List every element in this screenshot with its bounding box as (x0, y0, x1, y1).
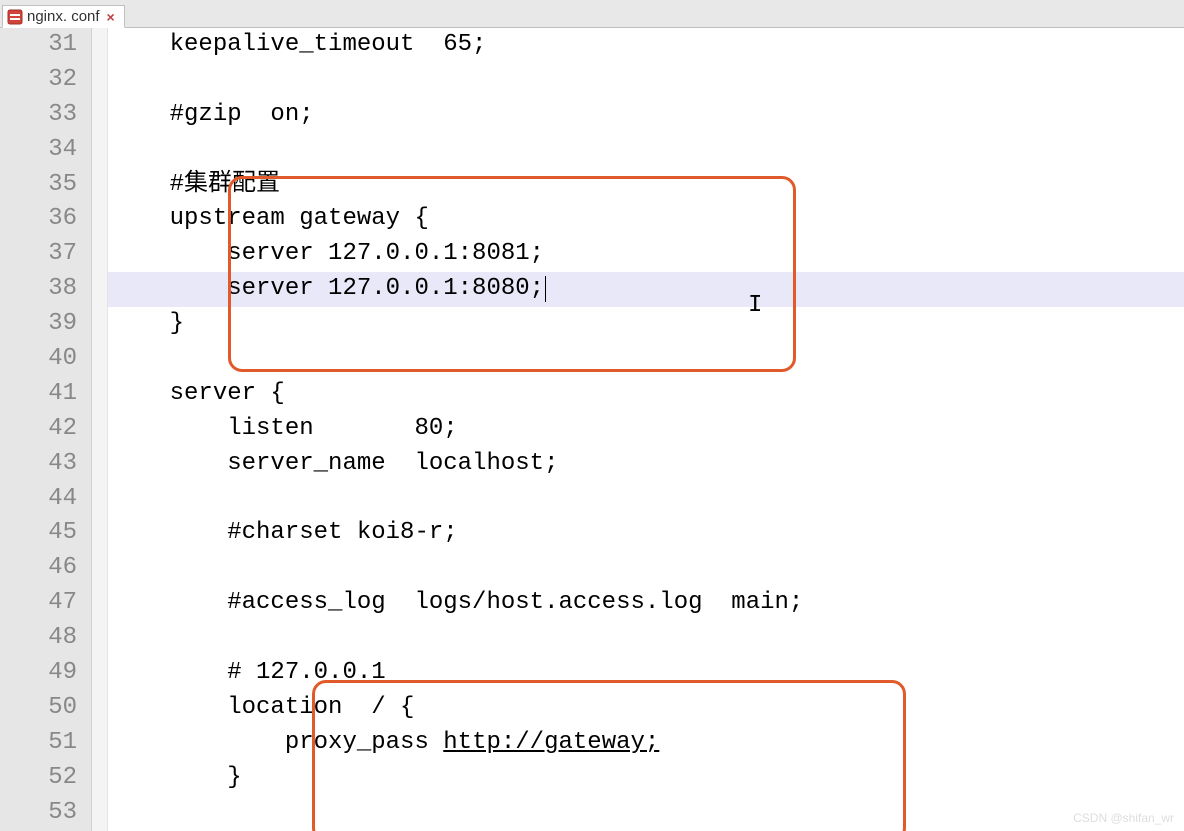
code-line[interactable] (108, 551, 1184, 586)
line-number: 40 (0, 342, 91, 377)
code-line[interactable]: keepalive_timeout 65; (108, 28, 1184, 63)
line-number: 44 (0, 482, 91, 517)
code-line[interactable]: server_name localhost; (108, 447, 1184, 482)
code-line[interactable] (108, 342, 1184, 377)
code-line[interactable] (108, 133, 1184, 168)
tab-bar: nginx. conf × (0, 0, 1184, 28)
code-line[interactable] (108, 796, 1184, 831)
line-number: 51 (0, 726, 91, 761)
code-line[interactable] (108, 621, 1184, 656)
line-number: 52 (0, 761, 91, 796)
line-number: 45 (0, 516, 91, 551)
line-number: 41 (0, 377, 91, 412)
code-line[interactable] (108, 63, 1184, 98)
code-line[interactable]: } (108, 307, 1184, 342)
code-line[interactable]: #access_log logs/host.access.log main; (108, 586, 1184, 621)
code-area[interactable]: I keepalive_timeout 65; #gzip on; #集群配置 … (108, 28, 1184, 831)
line-number: 48 (0, 621, 91, 656)
line-number: 38 (0, 272, 91, 307)
line-number: 47 (0, 586, 91, 621)
line-number: 50 (0, 691, 91, 726)
code-line[interactable]: location / { (108, 691, 1184, 726)
code-line[interactable]: proxy_pass http://gateway; (108, 726, 1184, 761)
line-number: 34 (0, 133, 91, 168)
line-number: 43 (0, 447, 91, 482)
fold-margin (92, 28, 108, 831)
file-tab[interactable]: nginx. conf × (2, 5, 125, 28)
line-number: 53 (0, 796, 91, 831)
code-line[interactable]: #gzip on; (108, 98, 1184, 133)
code-line[interactable]: listen 80; (108, 412, 1184, 447)
code-line[interactable]: # 127.0.0.1 (108, 656, 1184, 691)
code-line[interactable] (108, 482, 1184, 517)
file-icon (7, 9, 23, 25)
code-line[interactable]: server 127.0.0.1:8081; (108, 237, 1184, 272)
code-editor[interactable]: 3132333435363738394041424344454647484950… (0, 28, 1184, 831)
line-number: 35 (0, 168, 91, 203)
line-number-gutter: 3132333435363738394041424344454647484950… (0, 28, 92, 831)
tab-filename: nginx. conf (27, 8, 100, 25)
code-line[interactable]: server 127.0.0.1:8080; (108, 272, 1184, 307)
line-number: 49 (0, 656, 91, 691)
line-number: 31 (0, 28, 91, 63)
url-text: http://gateway; (443, 729, 659, 756)
code-line[interactable]: upstream gateway { (108, 202, 1184, 237)
line-number: 32 (0, 63, 91, 98)
line-number: 37 (0, 237, 91, 272)
line-number: 33 (0, 98, 91, 133)
line-number: 42 (0, 412, 91, 447)
close-icon[interactable]: × (104, 10, 118, 24)
line-number: 36 (0, 202, 91, 237)
code-line[interactable]: server { (108, 377, 1184, 412)
line-number: 39 (0, 307, 91, 342)
line-number: 46 (0, 551, 91, 586)
text-caret (545, 276, 546, 302)
code-line[interactable]: } (108, 761, 1184, 796)
code-line[interactable]: #charset koi8-r; (108, 516, 1184, 551)
code-line[interactable]: #集群配置 (108, 168, 1184, 203)
